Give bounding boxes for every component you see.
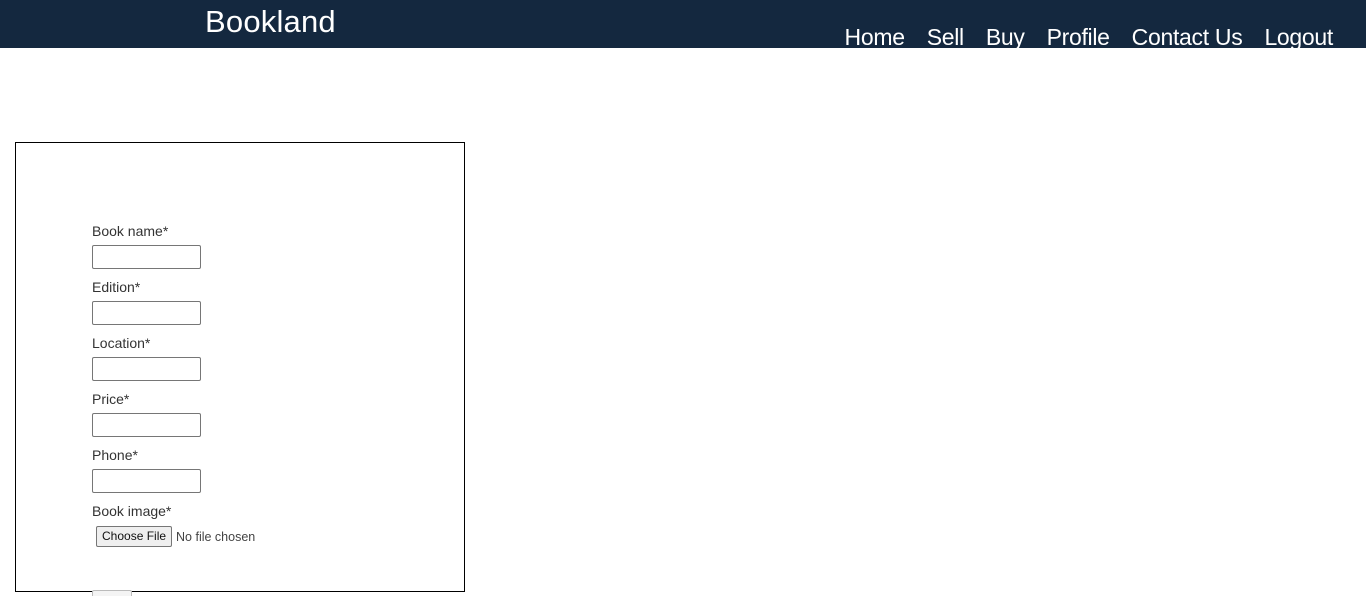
- nav-logout-link[interactable]: Logout: [1264, 24, 1333, 48]
- file-picker: Choose File No file chosen: [96, 526, 255, 547]
- edition-input[interactable]: [92, 301, 201, 325]
- top-navbar: Bookland Home Sell Buy Profile Contact U…: [0, 0, 1366, 48]
- nav-contact-link[interactable]: Contact Us: [1132, 24, 1243, 48]
- phone-input[interactable]: [92, 469, 201, 493]
- price-input[interactable]: [92, 413, 201, 437]
- submit-button[interactable]: [92, 590, 132, 596]
- edition-label: Edition*: [92, 279, 141, 295]
- file-status-text: No file chosen: [176, 529, 256, 544]
- sell-book-form: Book name* Edition* Location* Price* Pho…: [15, 142, 465, 592]
- nav-buy-link[interactable]: Buy: [986, 24, 1025, 48]
- book-name-input[interactable]: [92, 245, 201, 269]
- location-label: Location*: [92, 335, 151, 351]
- nav-sell-link[interactable]: Sell: [927, 24, 964, 48]
- brand-logo[interactable]: Bookland: [205, 4, 336, 40]
- book-image-label: Book image*: [92, 503, 172, 519]
- nav-profile-link[interactable]: Profile: [1047, 24, 1110, 48]
- choose-file-button[interactable]: Choose File: [96, 526, 173, 547]
- phone-label: Phone*: [92, 447, 138, 463]
- book-name-label: Book name*: [92, 223, 169, 239]
- price-label: Price*: [92, 391, 130, 407]
- nav-home-link[interactable]: Home: [845, 24, 905, 48]
- location-input[interactable]: [92, 357, 201, 381]
- main-nav: Home Sell Buy Profile Contact Us Logout: [845, 24, 1334, 48]
